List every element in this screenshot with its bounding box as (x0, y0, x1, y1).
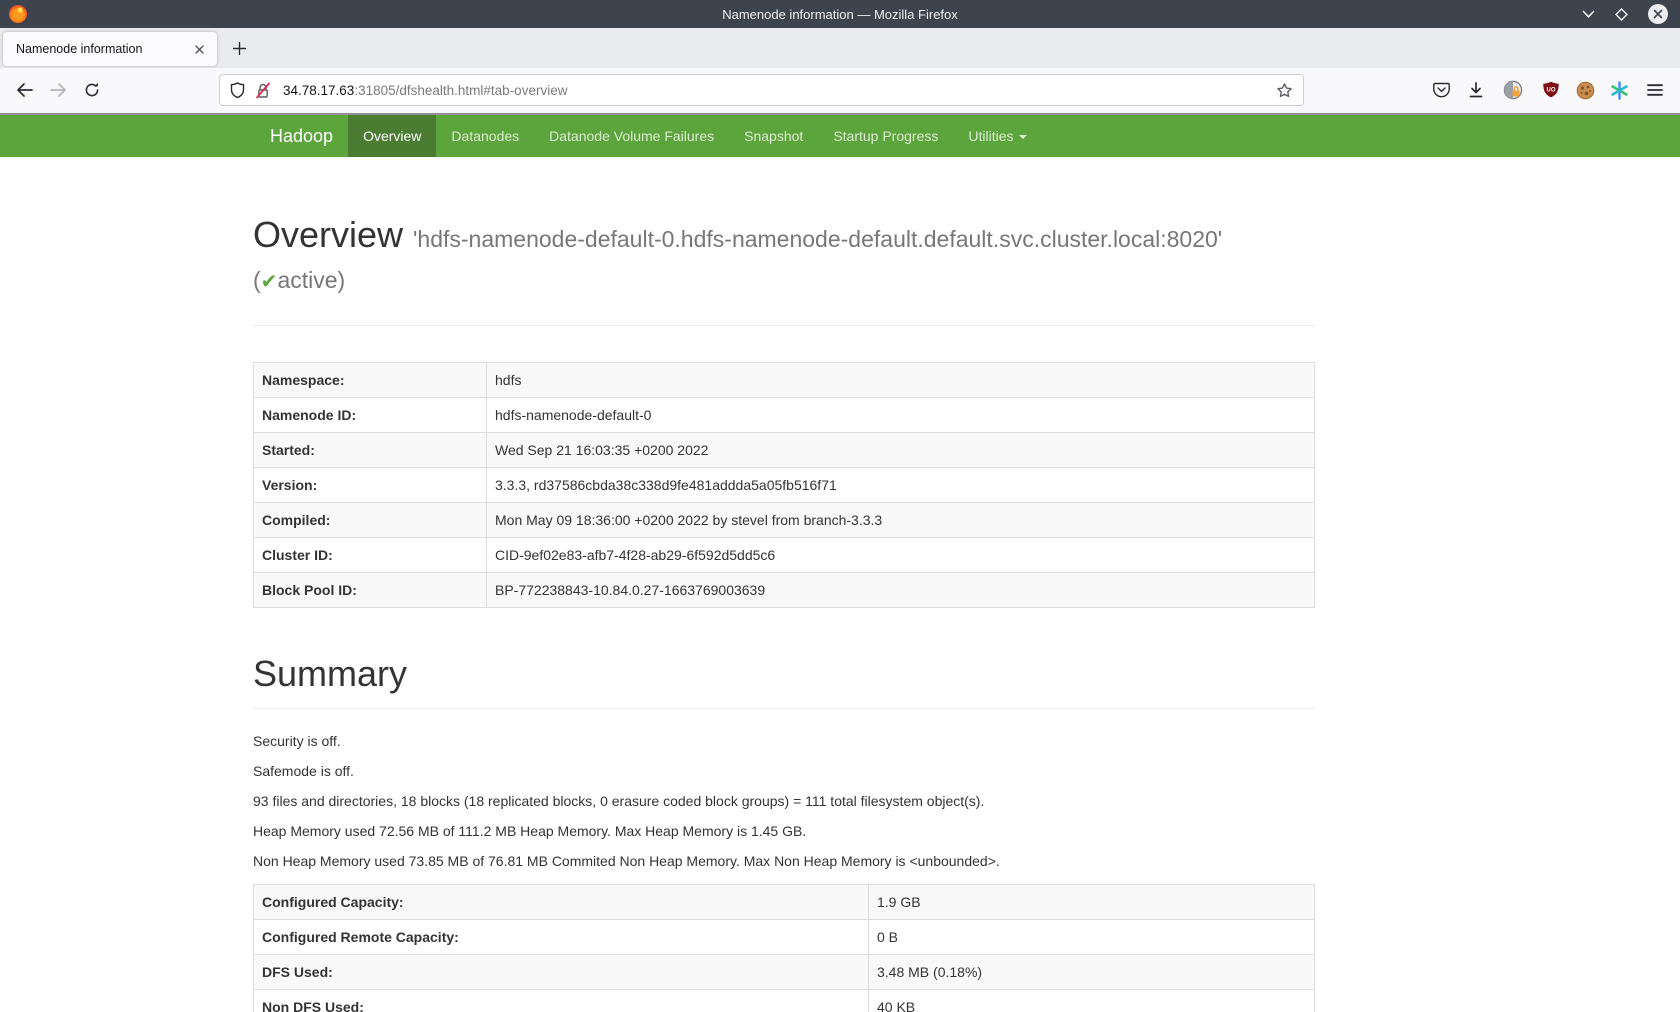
summary-line: Safemode is off. (253, 761, 1315, 781)
asterisk-extension-icon[interactable] (1605, 76, 1633, 104)
namenode-address: 'hdfs-namenode-default-0.hdfs-namenode-d… (413, 226, 1222, 252)
summary-line: Security is off. (253, 731, 1315, 751)
window-title: Namenode information — Mozilla Firefox (722, 7, 958, 22)
capacity-value: 0 B (869, 920, 1315, 955)
info-label: Namenode ID: (254, 398, 487, 433)
browser-tab[interactable]: Namenode information (3, 32, 217, 66)
info-label: Version: (254, 468, 487, 503)
capacity-table: Configured Capacity:1.9 GB Configured Re… (253, 884, 1315, 1012)
nav-tab-datanode-volume-failures[interactable]: Datanode Volume Failures (534, 115, 729, 157)
info-value: Mon May 09 18:36:00 +0200 2022 by stevel… (487, 503, 1315, 538)
nav-tab-utilities[interactable]: Utilities (953, 115, 1041, 157)
page-title: Overview'hdfs-namenode-default-0.hdfs-na… (253, 213, 1315, 261)
url-bar[interactable]: 34.78.17.63:31805/dfshealth.html#tab-ove… (219, 74, 1304, 106)
insecure-lock-icon[interactable] (255, 82, 271, 99)
table-row: Configured Remote Capacity:0 B (254, 920, 1315, 955)
hadoop-navbar: Hadoop Overview Datanodes Datanode Volum… (0, 115, 1680, 157)
downloads-icon[interactable] (1462, 76, 1490, 104)
table-row: DFS Used:3.48 MB (0.18%) (254, 955, 1315, 990)
url-text: 34.78.17.63:31805/dfshealth.html#tab-ove… (283, 83, 1276, 98)
table-row: Version:3.3.3, rd37586cbda38c338d9fe481a… (254, 468, 1315, 503)
capacity-label: DFS Used: (254, 955, 869, 990)
firefox-logo-icon (9, 5, 27, 23)
tab-close-icon[interactable] (189, 39, 209, 59)
table-row: Non DFS Used:40 KB (254, 990, 1315, 1012)
bookmark-star-icon[interactable] (1276, 82, 1293, 99)
shield-icon[interactable] (230, 82, 245, 99)
adblock-shield-icon[interactable]: UO (1537, 76, 1565, 104)
maximize-icon[interactable] (1615, 8, 1628, 21)
info-value: BP-772238843-10.84.0.27-1663769003639 (487, 573, 1315, 608)
chevron-down-icon (1019, 135, 1027, 139)
info-value: hdfs-namenode-default-0 (487, 398, 1315, 433)
check-icon: ✔ (261, 271, 278, 293)
tab-title: Namenode information (16, 42, 189, 56)
back-icon[interactable] (10, 76, 38, 104)
table-row: Namenode ID:hdfs-namenode-default-0 (254, 398, 1315, 433)
capacity-value: 40 KB (869, 990, 1315, 1012)
reload-icon[interactable] (78, 76, 106, 104)
table-row: Started:Wed Sep 21 16:03:35 +0200 2022 (254, 433, 1315, 468)
divider (253, 708, 1315, 709)
capacity-label: Configured Capacity: (254, 885, 869, 920)
pocket-icon[interactable] (1427, 76, 1455, 104)
cookie-icon[interactable] (1571, 76, 1599, 104)
info-value: CID-9ef02e83-afb7-4f28-ab29-6f592d5dd5c6 (487, 538, 1315, 573)
info-label: Namespace: (254, 363, 487, 398)
close-icon[interactable] (1648, 4, 1668, 24)
navbar-brand[interactable]: Hadoop (255, 115, 348, 157)
nav-tab-overview[interactable]: Overview (348, 115, 436, 157)
info-label: Compiled: (254, 503, 487, 538)
app-menu-icon[interactable] (1641, 76, 1669, 104)
info-label: Cluster ID: (254, 538, 487, 573)
window-titlebar: Namenode information — Mozilla Firefox (0, 0, 1680, 28)
info-value: Wed Sep 21 16:03:35 +0200 2022 (487, 433, 1315, 468)
info-label: Block Pool ID: (254, 573, 487, 608)
capacity-value: 3.48 MB (0.18%) (869, 955, 1315, 990)
table-row: Namespace:hdfs (254, 363, 1315, 398)
divider (253, 325, 1315, 326)
capacity-label: Non DFS Used: (254, 990, 869, 1012)
table-row: Block Pool ID:BP-772238843-10.84.0.27-16… (254, 573, 1315, 608)
privacy-extension-lock-icon[interactable] (1499, 76, 1527, 104)
svg-text:UO: UO (1547, 88, 1556, 94)
namenode-info-table: Namespace:hdfs Namenode ID:hdfs-namenode… (253, 362, 1315, 608)
minimize-icon[interactable] (1582, 10, 1595, 19)
nav-tab-startup-progress[interactable]: Startup Progress (818, 115, 953, 157)
info-value: 3.3.3, rd37586cbda38c338d9fe481addda5a05… (487, 468, 1315, 503)
url-host: 34.78.17.63 (283, 83, 354, 98)
info-label: Started: (254, 433, 487, 468)
table-row: Compiled:Mon May 09 18:36:00 +0200 2022 … (254, 503, 1315, 538)
nav-tab-datanodes[interactable]: Datanodes (436, 115, 534, 157)
url-path: :31805/dfshealth.html#tab-overview (354, 83, 567, 98)
summary-line: 93 files and directories, 18 blocks (18 … (253, 791, 1315, 811)
namenode-status: (✔active) (253, 265, 1315, 297)
info-value: hdfs (487, 363, 1315, 398)
tab-strip: Namenode information (0, 28, 1680, 68)
table-row: Cluster ID:CID-9ef02e83-afb7-4f28-ab29-6… (254, 538, 1315, 573)
summary-line: Non Heap Memory used 73.85 MB of 76.81 M… (253, 851, 1315, 871)
capacity-label: Configured Remote Capacity: (254, 920, 869, 955)
new-tab-button[interactable] (224, 33, 254, 63)
summary-title: Summary (253, 652, 1315, 696)
table-row: Configured Capacity:1.9 GB (254, 885, 1315, 920)
summary-line: Heap Memory used 72.56 MB of 111.2 MB He… (253, 821, 1315, 841)
browser-toolbar: 34.78.17.63:31805/dfshealth.html#tab-ove… (0, 68, 1680, 113)
nav-tab-snapshot[interactable]: Snapshot (729, 115, 818, 157)
capacity-value: 1.9 GB (869, 885, 1315, 920)
forward-icon[interactable] (44, 76, 72, 104)
